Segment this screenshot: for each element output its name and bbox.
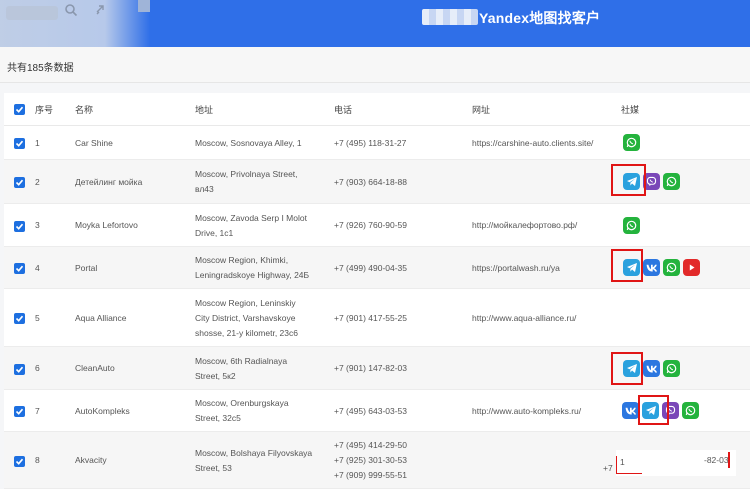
select-all-checkbox[interactable] xyxy=(14,104,25,115)
youtube-icon[interactable] xyxy=(683,259,700,276)
column-name: 名称 xyxy=(75,105,94,115)
vk-icon[interactable] xyxy=(643,259,660,276)
link-icon[interactable] xyxy=(94,3,108,17)
social-icons xyxy=(623,134,640,151)
business-name: Akvacity xyxy=(75,455,107,465)
row-index: 7 xyxy=(35,406,40,416)
vk-icon[interactable] xyxy=(622,402,639,419)
row-index: 8 xyxy=(35,455,40,465)
phone: +7 (495) 414-29-50 +7 (925) 301-30-53 +7 (… xyxy=(334,440,408,480)
overlay-mid-text: 1 xyxy=(620,457,625,467)
table-row[interactable]: 3 Moyka Lefortovo Moscow, Zavoda Serp I Mo… xyxy=(4,204,750,247)
blurred-square xyxy=(138,0,150,12)
address: Moscow, Bolshaya Filyovskaya Street, 53 xyxy=(195,448,313,473)
phone: +7 (495) 118-31-27 xyxy=(334,138,407,148)
social-icons xyxy=(623,217,640,234)
phone: +7 (903) 664-18-88 xyxy=(334,177,408,187)
table-row[interactable]: 5 Aqua Alliance Moscow Region, Leninskiy Ci… xyxy=(4,289,750,347)
whatsapp-icon[interactable] xyxy=(663,173,680,190)
whatsapp-icon[interactable] xyxy=(663,360,680,377)
phone: +7 (926) 760-90-59 xyxy=(334,220,408,230)
row-checkbox[interactable] xyxy=(14,313,25,324)
summary-bar: 共有185条数据 xyxy=(0,47,750,83)
business-name: Детейлинг мойка xyxy=(75,177,143,187)
address: Moscow Region, Leninskiy City District, V… xyxy=(195,298,298,338)
business-name: Moyka Lefortovo xyxy=(75,220,138,230)
row-checkbox[interactable] xyxy=(14,364,25,375)
highlight-box xyxy=(611,249,643,282)
column-social: 社媒 xyxy=(621,105,640,115)
address: Moscow, Sosnovaya Alley, 1 xyxy=(195,138,302,148)
phone: +7 (901) 147-82-03 xyxy=(334,363,408,373)
phone: +7 (495) 643-03-53 xyxy=(334,406,408,416)
row-checkbox[interactable] xyxy=(14,263,25,274)
business-name: Aqua Alliance xyxy=(75,313,127,323)
row-checkbox[interactable] xyxy=(14,406,25,417)
website-link[interactable]: https://carshine-auto.clients.site/ xyxy=(472,136,622,151)
website-link[interactable]: https://portalwash.ru/ya xyxy=(472,261,622,276)
blurred-input xyxy=(6,6,58,20)
whatsapp-icon[interactable] xyxy=(623,134,640,151)
highlight-box xyxy=(611,164,646,196)
address: Moscow, Orenburgskaya Street, 32с5 xyxy=(195,398,289,423)
address: Moscow, Zavoda Serp I Molot Drive, 1c1 xyxy=(195,213,307,238)
top-bar: Yandex地图找客户 xyxy=(0,0,750,47)
row-index: 3 xyxy=(35,220,40,230)
whatsapp-icon[interactable] xyxy=(682,402,699,419)
row-index: 5 xyxy=(35,313,40,323)
page-title: Yandex地图找客户 xyxy=(479,10,601,26)
blurred-brand xyxy=(422,9,478,25)
website-link[interactable]: http://www.auto-kompleks.ru/ xyxy=(472,404,622,419)
results-table: 序号 名称 地址 电话 网址 社媒 1 Car Shine Moscow, Sosn… xyxy=(4,93,750,489)
phone: +7 (499) 490-04-35 xyxy=(334,263,408,273)
overlay-panel: +7 1 -82-03 xyxy=(603,450,736,476)
vk-icon[interactable] xyxy=(643,360,660,377)
row-index: 4 xyxy=(35,263,40,273)
website-link[interactable]: http://мойкалефортово.рф/ xyxy=(472,218,622,233)
row-index: 1 xyxy=(35,138,40,148)
row-checkbox[interactable] xyxy=(14,456,25,467)
highlight-box xyxy=(611,352,643,385)
column-address: 地址 xyxy=(195,105,214,115)
phone: +7 (901) 417-55-25 xyxy=(334,313,408,323)
column-index: 序号 xyxy=(35,105,54,115)
address: Moscow Region, Khimki, Leningradskoye Hig… xyxy=(195,255,310,280)
address: Moscow, 6th Radialnaya Street, 5к2 xyxy=(195,356,288,381)
search-icon[interactable] xyxy=(64,3,78,17)
row-checkbox[interactable] xyxy=(14,138,25,149)
row-checkbox[interactable] xyxy=(14,221,25,232)
website-link[interactable]: http://www.aqua-alliance.ru/ xyxy=(472,311,622,326)
row-index: 6 xyxy=(35,363,40,373)
column-phone: 电话 xyxy=(334,105,353,115)
address: Moscow, Privolnaya Street, вл43 xyxy=(195,169,298,194)
business-name: Portal xyxy=(75,263,98,273)
column-website: 网址 xyxy=(472,105,491,115)
business-name: CleanAuto xyxy=(75,363,115,373)
row-checkbox[interactable] xyxy=(14,177,25,188)
highlight-box xyxy=(638,395,669,425)
business-name: Car Shine xyxy=(75,138,113,148)
table-row[interactable]: 1 Car Shine Moscow, Sosnovaya Alley, 1 +7 (… xyxy=(4,126,750,160)
row-index: 2 xyxy=(35,177,40,187)
red-annotation xyxy=(728,452,730,468)
overlay-right-text: -82-03 xyxy=(704,455,729,465)
table-header: 序号 名称 地址 电话 网址 社媒 xyxy=(4,93,750,126)
overlay-left-text: +7 xyxy=(603,463,613,473)
record-count: 共有185条数据 xyxy=(7,63,74,74)
business-name: AutoKompleks xyxy=(75,406,130,416)
whatsapp-icon[interactable] xyxy=(623,217,640,234)
whatsapp-icon[interactable] xyxy=(663,259,680,276)
